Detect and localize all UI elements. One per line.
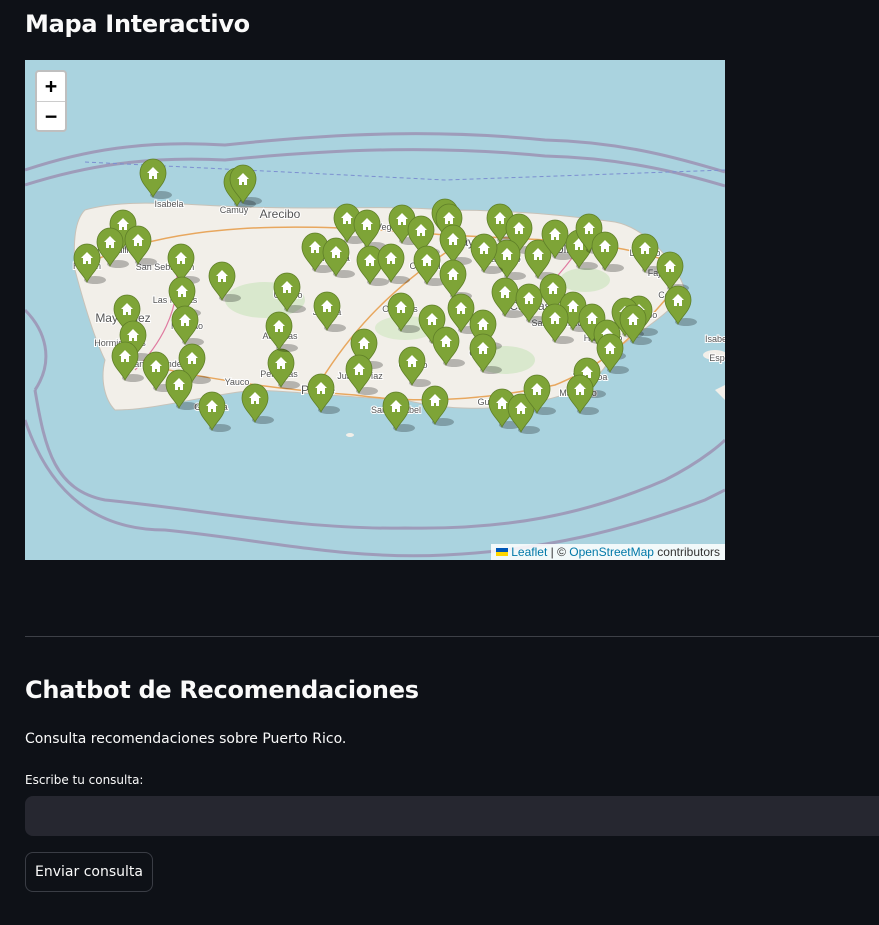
home-marker-icon[interactable] [198, 391, 231, 432]
home-marker-icon[interactable] [208, 261, 241, 302]
zoom-control: + − [35, 70, 67, 132]
home-marker-icon[interactable] [139, 158, 172, 199]
app-page: Mapa Interactivo Isabela Camuy Arecibo V… [0, 0, 879, 925]
home-marker-icon[interactable] [313, 291, 346, 332]
query-input[interactable] [25, 796, 879, 836]
home-marker-icon[interactable] [398, 346, 431, 387]
zoom-out-button[interactable]: − [37, 102, 65, 131]
home-marker-icon[interactable] [353, 209, 386, 250]
map-section-title: Mapa Interactivo [25, 10, 250, 38]
home-marker-icon[interactable] [382, 391, 415, 432]
home-marker-icon[interactable] [656, 251, 689, 292]
home-marker-icon[interactable] [432, 326, 465, 367]
zoom-in-button[interactable]: + [37, 72, 65, 102]
attribution-separator: | © [547, 545, 570, 559]
home-marker-icon[interactable] [265, 311, 298, 352]
interactive-map[interactable]: IsabelaCamuyAreciboVega BaBayamCarolinaL… [25, 60, 725, 560]
home-marker-icon[interactable] [241, 383, 274, 424]
chatbot-description: Consulta recomendaciones sobre Puerto Ri… [25, 731, 347, 747]
leaflet-link[interactable]: Leaflet [511, 545, 547, 559]
send-query-button[interactable]: Enviar consulta [25, 852, 153, 892]
home-marker-icon[interactable] [664, 285, 697, 326]
home-marker-icon[interactable] [273, 272, 306, 313]
home-marker-icon[interactable] [387, 292, 420, 333]
home-marker-icon[interactable] [439, 224, 472, 265]
attribution-suffix: contributors [653, 545, 720, 559]
home-marker-icon[interactable] [345, 354, 378, 395]
query-input-label: Escribe tu consulta: [25, 773, 144, 787]
home-marker-icon[interactable] [124, 225, 157, 266]
map-attribution: Leaflet | © OpenStreetMap contributors [491, 544, 725, 560]
chatbot-section-title: Chatbot de Recomendaciones [25, 676, 419, 704]
openstreetmap-link[interactable]: OpenStreetMap [569, 545, 654, 559]
home-marker-icon[interactable] [377, 243, 410, 284]
home-marker-icon[interactable] [439, 259, 472, 300]
ukraine-flag-icon [496, 548, 509, 556]
home-marker-icon[interactable] [307, 373, 340, 414]
home-marker-icon[interactable] [267, 348, 300, 389]
section-divider [25, 636, 879, 637]
map-markers-layer [73, 158, 697, 434]
home-marker-icon[interactable] [421, 385, 454, 426]
home-marker-icon[interactable] [469, 333, 502, 374]
